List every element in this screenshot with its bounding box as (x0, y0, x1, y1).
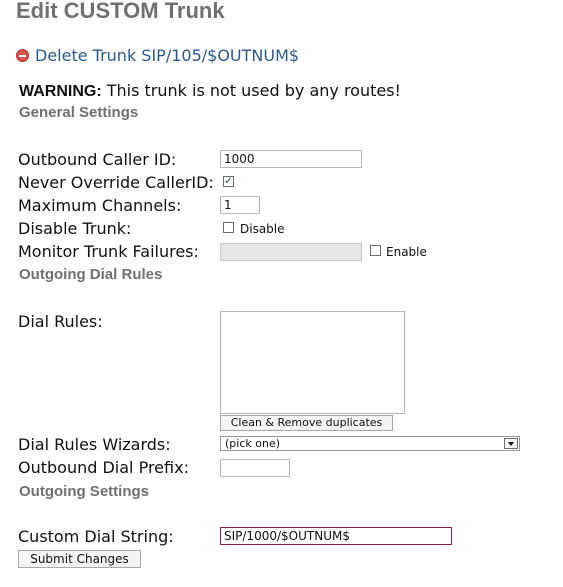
warning-text: This trunk is not used by any routes! (101, 81, 401, 100)
section-outgoing-dial-rules: Outgoing Dial Rules (19, 266, 163, 283)
dial-rules-textarea[interactable] (220, 311, 405, 414)
never-override-callerid-checkbox[interactable]: ✓ (223, 176, 234, 187)
section-general-settings: General Settings (19, 104, 139, 121)
warning-message: WARNING: This trunk is not used by any r… (19, 81, 401, 101)
never-override-callerid-label: Never Override CallerID: (18, 173, 214, 192)
clean-remove-duplicates-button[interactable]: Clean & Remove duplicates (220, 415, 393, 431)
outbound-dial-prefix-label: Outbound Dial Prefix: (18, 458, 189, 477)
checkmark-icon: ✓ (224, 176, 233, 187)
custom-dial-string-label: Custom Dial String: (18, 527, 174, 546)
outbound-caller-id-label: Outbound Caller ID: (18, 150, 177, 169)
dial-rules-wizards-select[interactable]: (pick one) (220, 436, 520, 451)
chevron-down-icon[interactable] (504, 438, 518, 449)
maximum-channels-input[interactable]: 1 (220, 196, 260, 214)
delete-trunk-label[interactable]: Delete Trunk SIP/105/$OUTNUM$ (35, 46, 299, 65)
page-title: Edit CUSTOM Trunk (16, 0, 225, 23)
disable-checkbox-label: Disable (240, 222, 285, 236)
custom-dial-string-input[interactable]: SIP/1000/$OUTNUM$ (220, 527, 452, 545)
enable-checkbox-label: Enable (386, 245, 427, 259)
delete-icon[interactable] (16, 49, 29, 62)
warning-label: WARNING: (19, 83, 102, 100)
outbound-dial-prefix-input[interactable] (220, 459, 290, 477)
monitor-trunk-failures-input[interactable] (220, 243, 362, 261)
maximum-channels-label: Maximum Channels: (18, 196, 182, 215)
submit-changes-button[interactable]: Submit Changes (18, 550, 141, 568)
section-outgoing-settings: Outgoing Settings (19, 483, 149, 500)
dial-rules-wizards-selected: (pick one) (225, 437, 281, 450)
disable-trunk-checkbox[interactable] (223, 222, 234, 233)
delete-trunk-link[interactable]: Delete Trunk SIP/105/$OUTNUM$ (16, 46, 299, 65)
outbound-caller-id-input[interactable]: 1000 (220, 150, 362, 168)
dial-rules-label: Dial Rules: (18, 312, 103, 331)
enable-monitor-checkbox[interactable] (370, 245, 381, 256)
monitor-trunk-failures-label: Monitor Trunk Failures: (18, 242, 199, 261)
disable-trunk-label: Disable Trunk: (18, 219, 132, 238)
dial-rules-wizards-label: Dial Rules Wizards: (18, 435, 171, 454)
